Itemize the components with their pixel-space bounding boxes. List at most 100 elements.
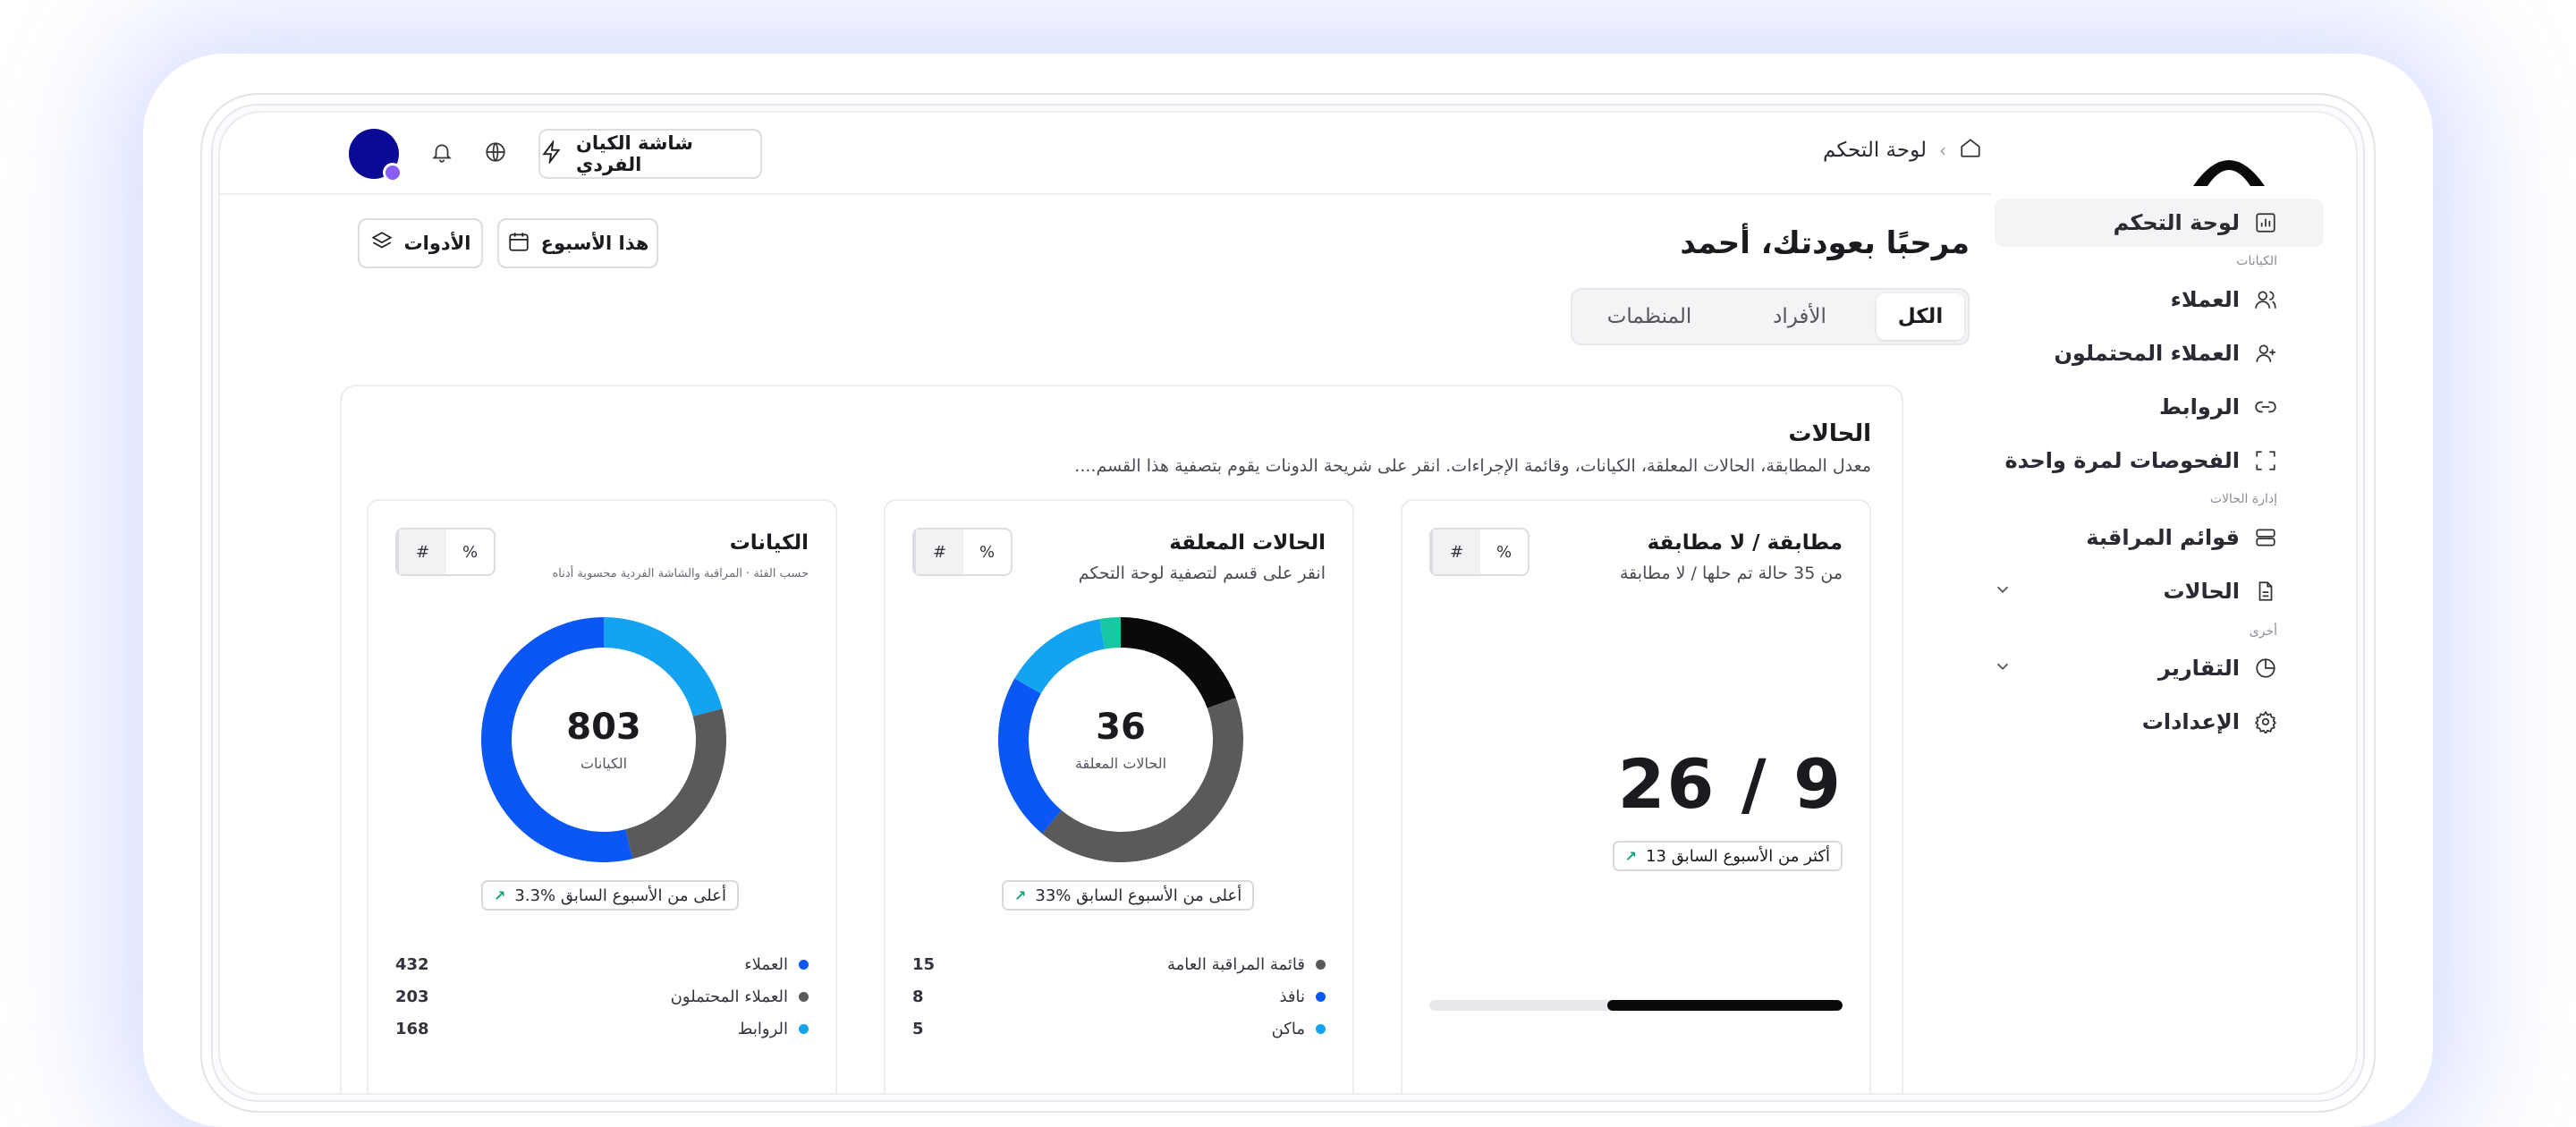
legend-value: 15	[912, 954, 936, 974]
legend-row[interactable]: نافذ 8	[912, 980, 1326, 1013]
chevron-left-icon: ‹	[1939, 140, 1946, 161]
sidebar-item-label: الروابط	[2158, 394, 2240, 419]
hash-toggle[interactable]: #	[397, 530, 446, 574]
entities-card: الكيانات حسب الفئة · المراقبة والشاشة ال…	[367, 499, 837, 1093]
legend-label: العملاء المحتملون	[670, 987, 788, 1006]
sidebar-item-label: قوائم المراقبة	[2086, 525, 2240, 550]
legend-value: 5	[912, 1019, 924, 1038]
donut-total: 36	[1096, 707, 1146, 748]
notifications-button[interactable]	[422, 134, 462, 174]
legend-label: قائمة المراقبة العامة	[1166, 954, 1305, 974]
entities-legend: العملاء 432 العملاء المحتملون 203 الرواب…	[395, 948, 809, 1045]
app-screen: لوحة التحكم الكيانات العملاء العملاء الم…	[218, 111, 2358, 1095]
panel-title: الحالات	[1788, 420, 1871, 447]
legend-label: الروابط	[737, 1019, 788, 1038]
match-progress-fill	[1606, 1000, 1843, 1011]
individual-screen-button[interactable]: شاشة الكيان الفردي	[538, 129, 762, 179]
scan-icon	[2254, 449, 2277, 472]
legend-row[interactable]: ماكن 5	[912, 1013, 1326, 1045]
donut-slice[interactable]	[604, 617, 723, 716]
week-filter-button[interactable]: هذا الأسبوع	[497, 218, 658, 268]
sidebar-item-label: لوحة التحكم	[2113, 210, 2240, 235]
sidebar-item-one-time-scans[interactable]: الفحوصات لمرة واحدة	[2004, 436, 2277, 485]
tab-organizations[interactable]: المنظمات	[1576, 293, 1723, 340]
sidebar-item-watchlists[interactable]: قوائم المراقبة	[2086, 513, 2277, 562]
arrow-up-right-icon: ↗	[1624, 847, 1638, 865]
sidebar: لوحة التحكم الكيانات العملاء العملاء الم…	[1987, 113, 2356, 1093]
legend-value: 203	[395, 987, 429, 1006]
pie-icon	[2254, 657, 2277, 680]
percent-toggle[interactable]: %	[446, 530, 494, 574]
sidebar-item-leads[interactable]: العملاء المحتملون	[2054, 329, 2277, 377]
sidebar-section-other: أخرى	[2249, 624, 2277, 639]
sidebar-section-cases-mgmt: إدارة الحالات	[2209, 492, 2277, 506]
home-icon[interactable]	[1959, 136, 1982, 165]
sidebar-item-label: التقارير	[2157, 656, 2240, 681]
avatar[interactable]	[349, 129, 402, 182]
arrow-up-right-icon: ↗	[1014, 886, 1027, 904]
arrow-up-right-icon: ↗	[494, 886, 506, 904]
sidebar-item-links[interactable]: الروابط	[2159, 383, 2277, 431]
breadcrumb: ‹ لوحة التحكم	[1823, 136, 1991, 165]
chevron-down-icon[interactable]	[1993, 657, 2012, 676]
sidebar-item-label: الفحوصات لمرة واحدة	[2004, 448, 2240, 473]
pending-legend: قائمة المراقبة العامة 15 نافذ 8 ماكن 5	[912, 948, 1326, 1045]
legend-swatch	[799, 991, 809, 1002]
sidebar-section-entities: الكيانات	[2236, 254, 2277, 268]
hash-toggle[interactable]: #	[914, 530, 963, 574]
card-subtitle: انقر على قسم لتصفية لوحة التحكم	[1078, 564, 1326, 583]
legend-row[interactable]: قائمة المراقبة العامة 15	[912, 948, 1326, 980]
users-icon	[2254, 288, 2277, 311]
donut-total-label: الكيانات	[580, 755, 628, 772]
tab-all[interactable]: الكل	[1877, 293, 1964, 340]
match-card: مطابقة / لا مطابقة من 35 حالة تم حلها / …	[1401, 499, 1871, 1093]
card-subtitle: من 35 حالة تم حلها / لا مطابقة	[1619, 564, 1843, 583]
sidebar-item-cases[interactable]: الحالات	[1973, 567, 2277, 615]
server-icon	[2254, 526, 2277, 549]
file-icon	[2254, 580, 2277, 603]
avatar-status-badge	[383, 163, 402, 182]
segment-tabs: الكل الأفراد المنظمات	[1571, 288, 1970, 345]
match-progress-bar	[1429, 1000, 1843, 1011]
breadcrumb-current[interactable]: لوحة التحكم	[1823, 139, 1927, 162]
cases-panel: الحالات معدل المطابقة، الحالات المعلقة، …	[340, 385, 1903, 1093]
donut-slice[interactable]	[1014, 619, 1106, 694]
tools-button[interactable]: الأدوات	[358, 218, 483, 268]
delta-text: 13 أكثر من الأسبوع السابق	[1646, 846, 1830, 866]
week-label: هذا الأسبوع	[540, 233, 649, 254]
card-title: مطابقة / لا مطابقة	[1647, 531, 1843, 555]
donut-slice[interactable]	[1121, 617, 1236, 708]
percent-toggle[interactable]: %	[963, 530, 1011, 574]
hash-toggle[interactable]: #	[1431, 530, 1480, 574]
sidebar-item-dashboard[interactable]: لوحة التحكم	[1995, 199, 2324, 247]
legend-value: 8	[912, 987, 924, 1006]
sidebar-item-reports[interactable]: التقارير	[1973, 644, 2277, 692]
percent-toggle[interactable]: %	[1480, 530, 1528, 574]
chevron-down-icon[interactable]	[1993, 580, 2012, 599]
sidebar-item-label: الإعدادات	[2141, 709, 2240, 734]
legend-label: نافذ	[1279, 987, 1305, 1006]
legend-row[interactable]: العملاء المحتملون 203	[395, 980, 809, 1013]
panel-subtitle: معدل المطابقة، الحالات المعلقة، الكيانات…	[1074, 456, 1871, 476]
legend-label: العملاء	[744, 954, 788, 974]
legend-row[interactable]: الروابط 168	[395, 1013, 809, 1045]
sidebar-item-customers[interactable]: العملاء	[2171, 275, 2277, 324]
link-icon	[2254, 395, 2277, 419]
tab-individuals[interactable]: الأفراد	[1726, 293, 1873, 340]
tools-label: الأدوات	[403, 233, 471, 254]
language-button[interactable]	[476, 134, 515, 174]
legend-value: 432	[395, 954, 429, 974]
switch-label: شاشة الكيان الفردي	[576, 132, 693, 175]
match-stat: 26 / 9	[1617, 744, 1843, 824]
card-subtitle: حسب الفئة · المراقبة والشاشة الفردية محس…	[552, 567, 809, 580]
unit-toggle: # %	[912, 528, 1013, 576]
entities-delta-badge: 3.3% أعلى من الأسبوع السابق ↗	[481, 880, 739, 911]
bell-icon	[430, 140, 453, 167]
lightning-icon	[540, 139, 564, 168]
sidebar-item-settings[interactable]: الإعدادات	[2142, 698, 2277, 746]
chart-icon	[2254, 211, 2277, 234]
card-title: الكيانات	[729, 531, 809, 555]
legend-swatch	[799, 959, 809, 970]
legend-row[interactable]: العملاء 432	[395, 948, 809, 980]
legend-value: 168	[395, 1019, 429, 1038]
